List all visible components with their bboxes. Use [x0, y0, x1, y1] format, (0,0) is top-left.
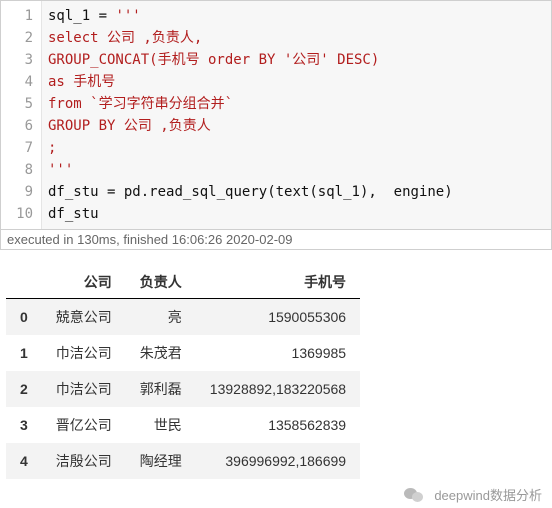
row-index: 0	[6, 299, 42, 336]
table-cell: 洁殷公司	[42, 443, 126, 479]
table-cell: 396996992,186699	[196, 443, 360, 479]
line-number: 4	[15, 71, 33, 93]
code-line[interactable]: ;	[48, 137, 545, 159]
table-cell: 1369985	[196, 335, 360, 371]
table-cell: 巾洁公司	[42, 371, 126, 407]
row-index: 2	[6, 371, 42, 407]
code-cell[interactable]: 12345678910 sql_1 = '''select 公司 ,负责人,GR…	[0, 0, 552, 230]
code-line[interactable]: df_stu = pd.read_sql_query(text(sql_1), …	[48, 181, 545, 203]
table-header-row: 公司负责人手机号	[6, 266, 360, 299]
code-line[interactable]: select 公司 ,负责人,	[48, 27, 545, 49]
table-cell: 1590055306	[196, 299, 360, 336]
line-number: 7	[15, 137, 33, 159]
line-number: 1	[15, 5, 33, 27]
execution-status: executed in 130ms, finished 16:06:26 202…	[0, 230, 552, 250]
table-cell: 陶经理	[126, 443, 196, 479]
wechat-icon	[404, 486, 426, 504]
watermark-text: deepwind数据分析	[434, 485, 542, 504]
code-line[interactable]: sql_1 = '''	[48, 5, 545, 27]
table-row: 0兢意公司亮1590055306	[6, 299, 360, 336]
line-number-gutter: 12345678910	[1, 1, 42, 229]
table-header-cell	[6, 266, 42, 299]
code-line[interactable]: GROUP_CONCAT(手机号 order BY '公司' DESC)	[48, 49, 545, 71]
code-line[interactable]: from `学习字符串分组合并`	[48, 93, 545, 115]
table-header-cell: 手机号	[196, 266, 360, 299]
table-cell: 巾洁公司	[42, 335, 126, 371]
line-number: 2	[15, 27, 33, 49]
table-row: 3晋亿公司世民1358562839	[6, 407, 360, 443]
row-index: 1	[6, 335, 42, 371]
row-index: 4	[6, 443, 42, 479]
table-cell: 朱茂君	[126, 335, 196, 371]
code-line[interactable]: as 手机号	[48, 71, 545, 93]
table-header-cell: 公司	[42, 266, 126, 299]
dataframe-table: 公司负责人手机号 0兢意公司亮15900553061巾洁公司朱茂君1369985…	[6, 266, 360, 479]
table-cell: 1358562839	[196, 407, 360, 443]
code-line[interactable]: '''	[48, 159, 545, 181]
output-area: 公司负责人手机号 0兢意公司亮15900553061巾洁公司朱茂君1369985…	[0, 250, 552, 479]
table-cell: 兢意公司	[42, 299, 126, 336]
table-cell: 郭利磊	[126, 371, 196, 407]
line-number: 6	[15, 115, 33, 137]
line-number: 9	[15, 181, 33, 203]
table-cell: 亮	[126, 299, 196, 336]
line-number: 10	[15, 203, 33, 225]
table-header-cell: 负责人	[126, 266, 196, 299]
line-number: 5	[15, 93, 33, 115]
row-index: 3	[6, 407, 42, 443]
watermark-footer: deepwind数据分析	[0, 479, 552, 508]
code-editor[interactable]: sql_1 = '''select 公司 ,负责人,GROUP_CONCAT(手…	[42, 1, 551, 229]
code-line[interactable]: GROUP BY 公司 ,负责人	[48, 115, 545, 137]
line-number: 8	[15, 159, 33, 181]
table-row: 2巾洁公司郭利磊13928892,183220568	[6, 371, 360, 407]
line-number: 3	[15, 49, 33, 71]
table-body: 0兢意公司亮15900553061巾洁公司朱茂君13699852巾洁公司郭利磊1…	[6, 299, 360, 480]
table-cell: 世民	[126, 407, 196, 443]
table-row: 4洁殷公司陶经理396996992,186699	[6, 443, 360, 479]
table-row: 1巾洁公司朱茂君1369985	[6, 335, 360, 371]
table-cell: 13928892,183220568	[196, 371, 360, 407]
table-cell: 晋亿公司	[42, 407, 126, 443]
code-line[interactable]: df_stu	[48, 203, 545, 225]
